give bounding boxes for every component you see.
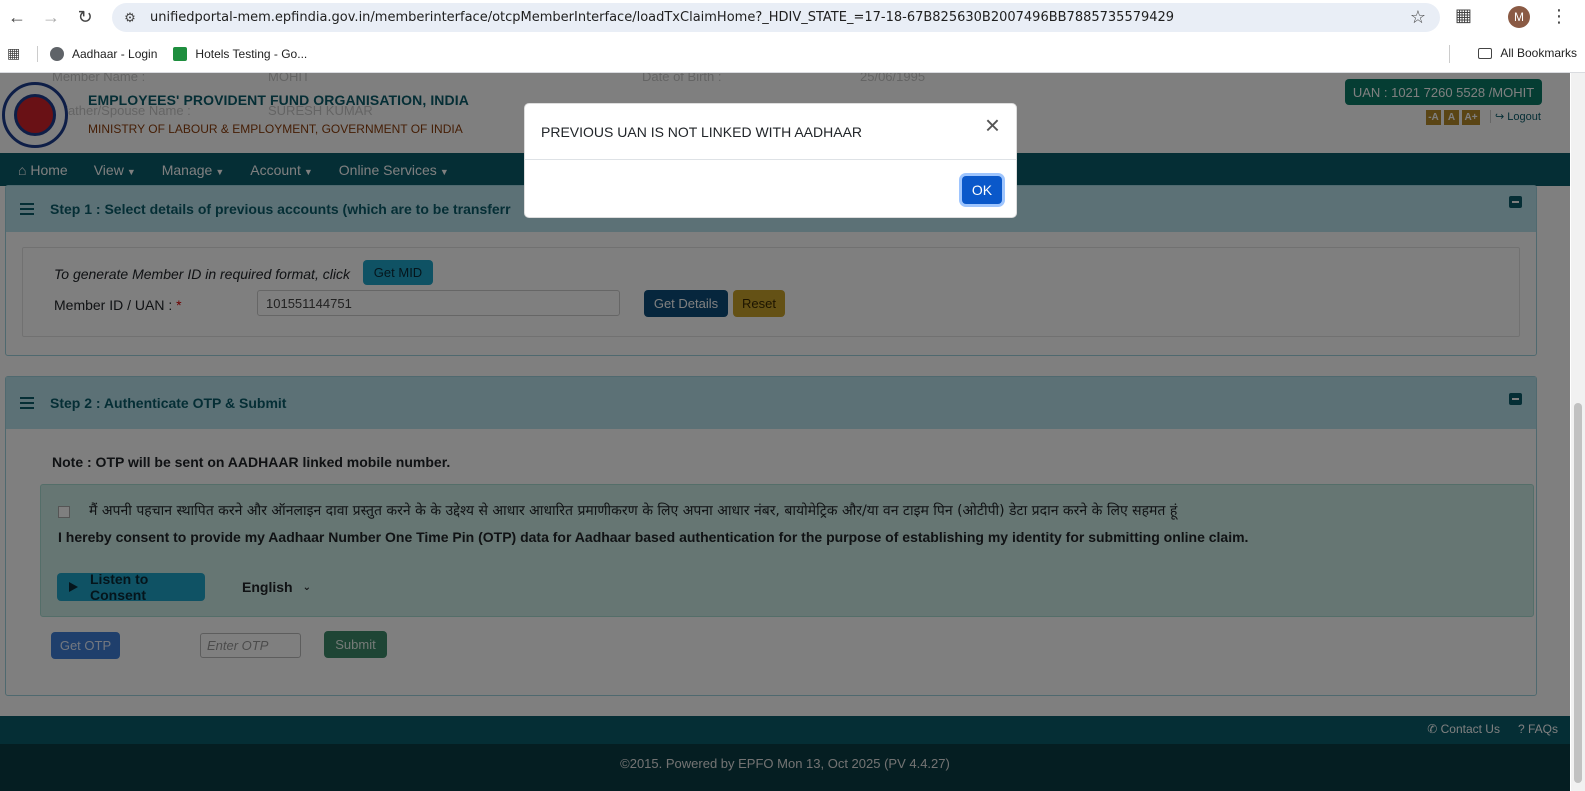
site-info-icon[interactable]: ⚙ (116, 10, 144, 26)
bookmark-label: Aadhaar - Login (72, 46, 158, 61)
reload-icon[interactable]: ↻ (68, 0, 102, 35)
modal-message: PREVIOUS UAN IS NOT LINKED WITH AADHAAR (541, 124, 863, 140)
forward-icon[interactable]: → (34, 0, 68, 35)
close-icon[interactable]: × (985, 112, 1000, 138)
back-icon[interactable]: ← (0, 0, 34, 35)
bookmarks-bar: ▦ Aadhaar - Login Hotels Testing - Go...… (0, 35, 1585, 73)
globe-icon (50, 46, 64, 61)
sheets-icon (173, 46, 188, 61)
browser-toolbar: ← → ↻ ⚙ unifiedportal-mem.epfindia.gov.i… (0, 0, 1585, 35)
all-bookmarks[interactable]: All Bookmarks (1478, 46, 1577, 60)
browser-menu-icon[interactable]: ⋮ (1550, 6, 1568, 27)
alert-modal: PREVIOUS UAN IS NOT LINKED WITH AADHAAR … (524, 103, 1017, 218)
bookmark-star-icon[interactable]: ☆ (1410, 7, 1426, 28)
modal-header: PREVIOUS UAN IS NOT LINKED WITH AADHAAR … (525, 104, 1016, 160)
bookmark-label: Hotels Testing - Go... (195, 46, 308, 61)
ok-button[interactable]: OK (962, 176, 1002, 204)
profile-avatar[interactable]: M (1508, 6, 1530, 28)
extensions-icon[interactable]: ▦ (1455, 5, 1472, 26)
bookmark-aadhaar-login[interactable]: Aadhaar - Login (50, 46, 158, 61)
bookmark-hotels-testing[interactable]: Hotels Testing - Go... (173, 46, 308, 61)
all-bookmarks-label: All Bookmarks (1500, 46, 1577, 60)
all-bookmarks-divider (1449, 45, 1450, 63)
url-text[interactable]: unifiedportal-mem.epfindia.gov.in/member… (150, 10, 1174, 25)
url-path: /memberinterface/otcpMemberInterface/loa… (370, 10, 1175, 25)
url-host: unifiedportal-mem.epfindia.gov.in (150, 10, 371, 25)
apps-grid-icon[interactable]: ▦ (7, 45, 23, 62)
page-scrollbar[interactable] (1571, 73, 1585, 791)
folder-icon (1478, 47, 1493, 59)
page-viewport: Member Name : MOHIT Date of Birth : 25/0… (0, 73, 1585, 791)
address-bar[interactable]: ⚙ unifiedportal-mem.epfindia.gov.in/memb… (112, 3, 1440, 32)
bookmarks-divider (37, 45, 38, 62)
scroll-thumb[interactable] (1574, 403, 1582, 783)
